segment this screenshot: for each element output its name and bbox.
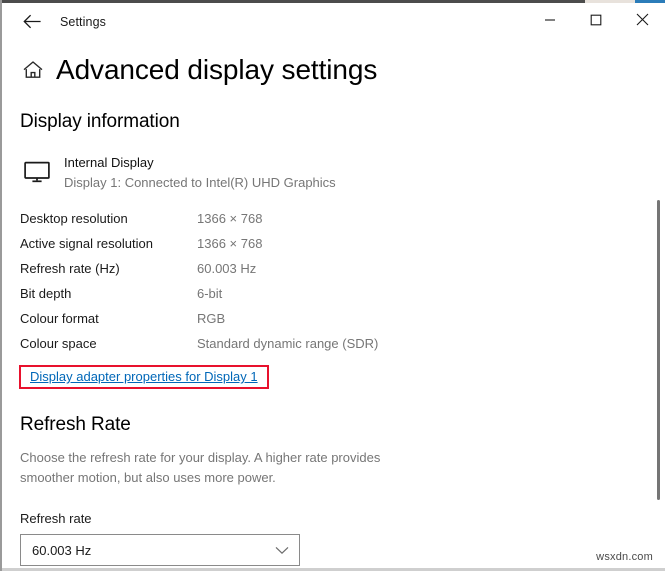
minimize-button[interactable] [527,3,573,40]
page-title: Advanced display settings [56,54,377,86]
settings-window: Settings [0,0,665,571]
spec-value: 60.003 Hz [197,256,256,281]
spec-value: 1366 × 768 [197,206,262,231]
spec-value: RGB [197,306,225,331]
scrollbar-thumb[interactable] [657,200,660,500]
refresh-rate-heading: Refresh Rate [20,414,635,436]
display-identity-text: Internal Display Display 1: Connected to… [64,153,336,192]
spec-value: 6-bit [197,281,222,306]
display-spec-table: Desktop resolution1366 × 768Active signa… [20,206,635,356]
spec-label: Refresh rate (Hz) [20,256,197,281]
watermark: wsxdn.com [596,551,653,563]
display-name: Internal Display [64,153,336,172]
title-bar: Settings [2,3,665,40]
scrollbar[interactable] [656,40,660,571]
maximize-button[interactable] [573,3,619,40]
spec-row: Desktop resolution1366 × 768 [20,206,635,231]
maximize-icon [590,13,602,31]
back-arrow-icon [23,14,42,29]
spec-row: Refresh rate (Hz)60.003 Hz [20,256,635,281]
monitor-icon [20,155,54,189]
spec-label: Desktop resolution [20,206,197,231]
page-header: Advanced display settings [20,54,635,86]
close-icon [636,13,649,31]
spec-row: Bit depth6-bit [20,281,635,306]
display-identity: Internal Display Display 1: Connected to… [20,153,635,192]
refresh-rate-field-label: Refresh rate [20,511,635,526]
close-button[interactable] [619,3,665,40]
spec-value: 1366 × 768 [197,231,262,256]
settings-content: Advanced display settings Display inform… [4,54,665,566]
refresh-rate-selected-value: 60.003 Hz [21,543,91,558]
spec-label: Colour format [20,306,197,331]
spec-row: Colour formatRGB [20,306,635,331]
minimize-icon [544,13,556,31]
caption-buttons [527,3,665,40]
display-adapter-properties-link[interactable]: Display adapter properties for Display 1 [19,365,269,389]
display-connection: Display 1: Connected to Intel(R) UHD Gra… [64,173,336,192]
spec-row: Active signal resolution1366 × 768 [20,231,635,256]
back-button[interactable] [10,6,55,38]
spec-label: Active signal resolution [20,231,197,256]
spec-label: Colour space [20,331,197,356]
spec-label: Bit depth [20,281,197,306]
spec-value: Standard dynamic range (SDR) [197,331,378,356]
home-icon[interactable] [20,57,46,83]
refresh-rate-dropdown[interactable]: 60.003 Hz [20,534,300,566]
window-title: Settings [60,15,106,29]
display-information-heading: Display information [20,111,635,133]
chevron-down-icon [275,546,289,555]
settings-scroll-area: Advanced display settings Display inform… [4,40,665,571]
adapter-link-container: Display adapter properties for Display 1 [19,365,269,389]
refresh-rate-description: Choose the refresh rate for your display… [20,448,420,488]
spec-row: Colour spaceStandard dynamic range (SDR) [20,331,635,356]
